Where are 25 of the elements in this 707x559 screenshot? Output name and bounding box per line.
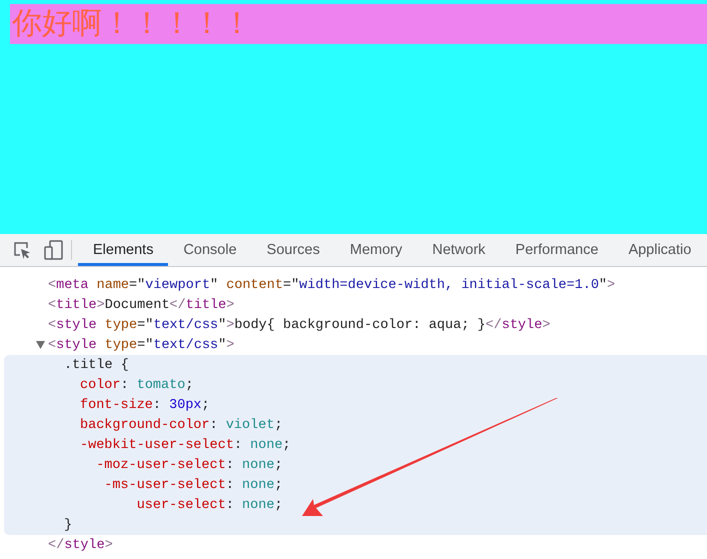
inspect-icon[interactable] xyxy=(13,240,32,260)
panel-tab[interactable]: Performance xyxy=(500,234,614,266)
code-line[interactable]: <style type="text/css">body{ background-color: aqua; }</style> xyxy=(48,318,550,332)
panel-tab[interactable]: Applicatio xyxy=(613,234,706,266)
panel-tab[interactable]: Network xyxy=(417,234,500,266)
code-line[interactable]: background-color: violet; xyxy=(80,418,283,432)
code-line[interactable]: -moz-user-select: none; xyxy=(80,458,283,472)
code-line[interactable]: color: tomato; xyxy=(80,378,194,392)
device-toolbar-icon[interactable] xyxy=(44,240,63,260)
code-line[interactable]: font-size: 30px; xyxy=(80,398,210,412)
code-line[interactable]: -ms-user-select: none; xyxy=(80,478,283,492)
code-line[interactable]: <title>Document</title> xyxy=(48,298,234,312)
code-line[interactable]: <style type="text/css"> xyxy=(48,338,234,352)
panel-tab[interactable]: Elements xyxy=(78,234,168,266)
code-line: } xyxy=(64,518,72,532)
panel-tab[interactable]: Sources xyxy=(252,234,335,266)
code-line: </style> xyxy=(48,538,113,552)
panel-tab[interactable]: Console xyxy=(168,234,252,266)
panel-tab[interactable]: Memory xyxy=(334,234,418,266)
page-title: 你好啊！！！！！ xyxy=(10,4,707,44)
code-line[interactable]: -webkit-user-select: none; xyxy=(80,438,291,452)
code-line[interactable]: .title { xyxy=(64,358,129,372)
code-line[interactable]: <meta name="viewport" content="width=device-width, initial-scale=1.0"> xyxy=(48,278,616,292)
expand-triangle-icon[interactable] xyxy=(36,341,45,349)
code-line[interactable]: user-select: none; xyxy=(80,498,283,512)
